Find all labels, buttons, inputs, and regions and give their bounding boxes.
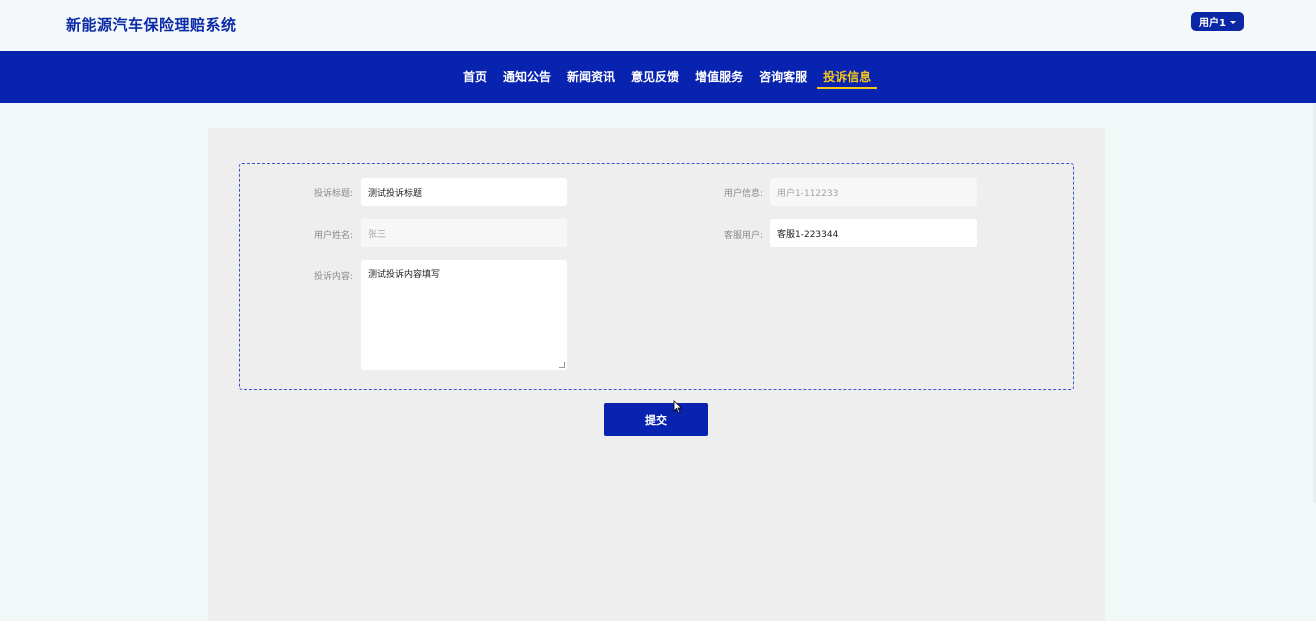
complaint-content-textarea[interactable]: 测试投诉内容填写 (361, 260, 567, 370)
nav-item-customer-service[interactable]: 咨询客服 (751, 51, 815, 103)
top-header: 新能源汽车保险理赔系统 用户1 (0, 0, 1316, 50)
nav-item-complaints[interactable]: 投诉信息 (815, 51, 879, 103)
user-menu-label: 用户1 (1199, 18, 1226, 29)
user-name-field: 张三 (361, 219, 567, 247)
caret-down-icon (1229, 20, 1236, 24)
complaint-title-label: 投诉标题: (313, 189, 353, 199)
complaint-content-label: 投诉内容: (313, 272, 353, 282)
main-nav: 首页 通知公告 新闻资讯 意见反馈 增值服务 咨询客服 投诉信息 (0, 51, 1316, 103)
user-name-label: 用户姓名: (313, 231, 353, 241)
service-user-select[interactable]: 客服1-223344 (770, 219, 977, 247)
mouse-cursor-icon (673, 400, 683, 414)
nav-item-news[interactable]: 新闻资讯 (559, 51, 623, 103)
site-title: 新能源汽车保险理赔系统 (66, 16, 237, 34)
nav-item-notices[interactable]: 通知公告 (495, 51, 559, 103)
service-user-label: 客服用户: (723, 231, 763, 241)
user-info-label: 用户信息: (723, 189, 763, 199)
complaint-title-input[interactable]: 测试投诉标题 (361, 178, 567, 206)
resize-handle-icon[interactable] (559, 362, 565, 368)
user-info-field: 用户1-112233 (770, 178, 977, 206)
nav-item-value-added[interactable]: 增值服务 (687, 51, 751, 103)
submit-button[interactable]: 提交 (604, 403, 708, 436)
nav-item-home[interactable]: 首页 (455, 51, 495, 103)
user-menu-button[interactable]: 用户1 (1191, 12, 1244, 31)
nav-item-feedback[interactable]: 意见反馈 (623, 51, 687, 103)
complaint-content-text: 测试投诉内容填写 (368, 270, 441, 280)
